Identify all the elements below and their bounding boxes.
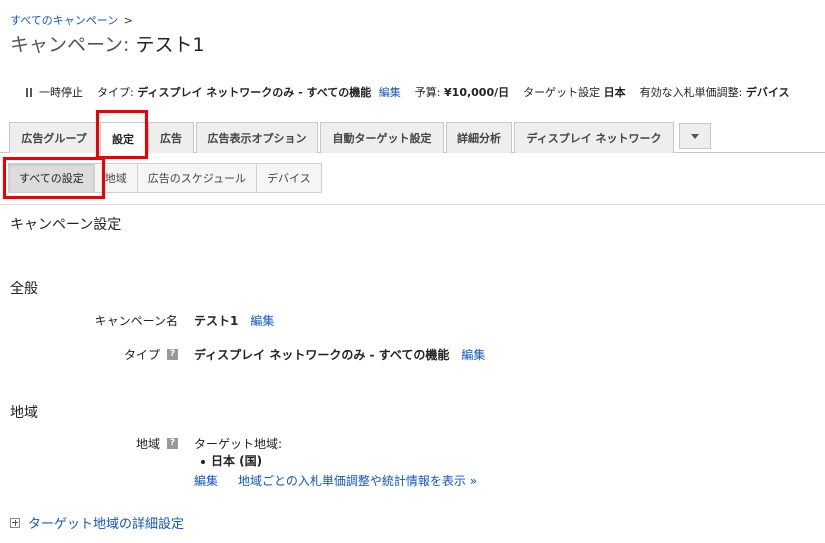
subtab-ad-schedule[interactable]: 広告のスケジュール [136, 163, 258, 193]
campaign-name-edit-link[interactable]: 編集 [250, 314, 274, 328]
page-title-prefix: キャンペーン: [10, 34, 130, 56]
campaign-type-label: タイプ ? [124, 346, 178, 363]
more-tabs-dropdown[interactable] [679, 123, 711, 149]
settings-subtabs: すべての設定 地域 広告のスケジュール デバイス [8, 163, 322, 193]
campaign-type-edit-link[interactable]: 編集 [461, 348, 485, 362]
bullet-icon [201, 459, 205, 464]
campaign-type-value: ディスプレイ ネットワークのみ - すべての機能 編集 [194, 346, 485, 363]
region-label-text: 地域 [135, 437, 160, 451]
tab-dimensions[interactable]: 詳細分析 [446, 122, 512, 153]
page-title-campaign-name: テスト1 [135, 34, 205, 56]
status-type-value: ディスプレイ ネットワークのみ - すべての機能 [137, 86, 372, 99]
status-budget-value: ¥10,000/日 [444, 86, 510, 99]
campaign-status-bar: 一時停止 タイプ: ディスプレイ ネットワークのみ - すべての機能 編集 予算… [26, 84, 804, 100]
subtab-all-settings[interactable]: すべての設定 [8, 163, 95, 193]
status-target-value: 日本 [603, 86, 626, 99]
tab-ads[interactable]: 広告 [148, 122, 194, 153]
breadcrumb-separator: > [123, 14, 133, 27]
target-regions-heading: ターゲット地域: [194, 437, 283, 451]
status-target-label: ターゲット設定 [523, 86, 601, 99]
general-section-title: 全般 [10, 281, 38, 297]
campaign-name-label: キャンペーン名 [95, 312, 178, 329]
list-item: 日本 (国) [211, 454, 263, 468]
tab-ad-extensions[interactable]: 広告表示オプション [196, 122, 318, 153]
pause-icon [26, 87, 33, 97]
status-target: ターゲット設定 日本 [523, 84, 626, 100]
tab-display-network[interactable]: ディスプレイ ネットワーク [514, 122, 674, 153]
tab-ad-groups[interactable]: 広告グループ [9, 122, 99, 153]
subtab-locations[interactable]: 地域 [93, 163, 138, 193]
help-icon[interactable]: ? [167, 438, 178, 449]
status-bid-value: デバイス [745, 86, 790, 99]
campaign-type-label-text: タイプ [123, 348, 160, 362]
main-tabs: 広告グループ 設定 広告 広告表示オプション 自動ターゲット設定 詳細分析 ディ… [0, 115, 825, 154]
campaign-type-text: ディスプレイ ネットワークのみ - すべての機能 [194, 348, 450, 362]
page-title: キャンペーン: テスト1 [10, 30, 205, 57]
status-bid-label: 有効な入札単価調整: [639, 86, 743, 99]
tab-settings[interactable]: 設定 [100, 122, 146, 154]
region-stats-link[interactable]: 地域ごとの入札単価調整や統計情報を表示 » [238, 474, 477, 488]
expand-plus-icon [10, 517, 20, 528]
pause-label: 一時停止 [39, 86, 83, 99]
chevron-down-icon [691, 133, 699, 139]
campaign-settings-heading: キャンペーン設定 [10, 217, 122, 233]
content-divider [0, 204, 825, 205]
subtab-devices[interactable]: デバイス [256, 163, 322, 193]
pause-button[interactable]: 一時停止 [26, 84, 83, 100]
advanced-location-settings-link[interactable]: ターゲット地域の詳細設定 [28, 513, 184, 532]
status-bid-adjust: 有効な入札単価調整: デバイス [640, 84, 790, 100]
breadcrumb-all-campaigns-link[interactable]: すべてのキャンペーン [10, 14, 118, 27]
region-section-title: 地域 [10, 405, 38, 421]
region-edit-link[interactable]: 編集 [194, 474, 218, 488]
campaign-name-text: テスト1 [194, 314, 239, 328]
campaign-name-value: テスト1 編集 [194, 312, 274, 329]
region-label: 地域 ? [136, 435, 178, 452]
target-region-list: 日本 (国) [201, 452, 262, 469]
status-budget-label: 予算: [414, 86, 441, 99]
tab-auto-targeting[interactable]: 自動ターゲット設定 [320, 122, 444, 153]
status-type-label: タイプ: [97, 86, 134, 99]
status-type: タイプ: ディスプレイ ネットワークのみ - すべての機能 編集 [97, 84, 401, 100]
breadcrumb: すべてのキャンペーン > [10, 12, 133, 28]
region-actions: 編集 地域ごとの入札単価調整や統計情報を表示 » [194, 472, 477, 489]
status-type-edit-link[interactable]: 編集 [379, 84, 401, 100]
advanced-location-settings-toggle[interactable]: ターゲット地域の詳細設定 [10, 513, 184, 532]
campaign-name-label-text: キャンペーン名 [94, 314, 178, 328]
help-icon[interactable]: ? [167, 349, 178, 360]
status-budget: 予算: ¥10,000/日 [415, 84, 509, 100]
